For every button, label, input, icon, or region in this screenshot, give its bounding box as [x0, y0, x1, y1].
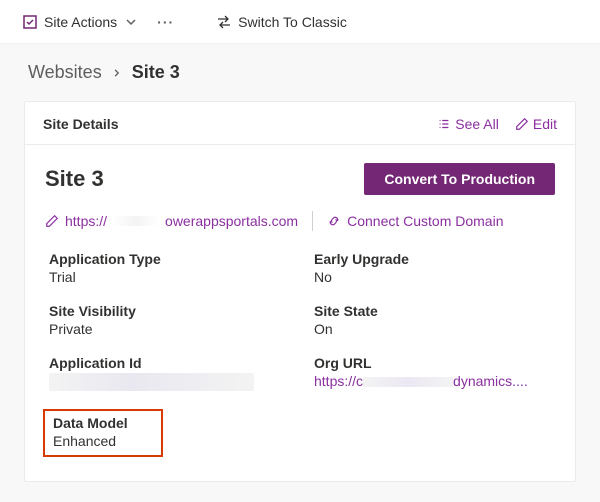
swap-icon: [216, 14, 232, 30]
field-label: Application Id: [49, 355, 290, 371]
connect-custom-domain-button[interactable]: Connect Custom Domain: [327, 213, 503, 229]
url-row: https:// owerappsportals.com Connect Cust…: [45, 211, 555, 231]
title-row: Site 3 Convert To Production: [45, 163, 555, 195]
breadcrumb-current: Site 3: [132, 62, 180, 83]
fields-grid: Application Type Trial Early Upgrade No …: [45, 251, 555, 457]
redacted-text: [113, 216, 159, 226]
see-all-button[interactable]: See All: [437, 116, 499, 132]
field-data-model: Data Model Enhanced: [43, 409, 163, 457]
field-site-state: Site State On: [314, 303, 555, 337]
field-early-upgrade: Early Upgrade No: [314, 251, 555, 285]
chevron-right-icon: [112, 62, 122, 83]
field-application-id: Application Id: [49, 355, 290, 391]
site-url-link[interactable]: https:// owerappsportals.com: [45, 213, 298, 229]
breadcrumb-parent[interactable]: Websites: [28, 62, 102, 83]
field-label: Application Type: [49, 251, 290, 267]
card-header: Site Details See All Edit: [25, 102, 575, 145]
switch-label: Switch To Classic: [238, 14, 347, 30]
field-label: Site Visibility: [49, 303, 290, 319]
site-details-card: Site Details See All Edit Site 3 Convert…: [24, 101, 576, 482]
card-title: Site Details: [43, 116, 118, 132]
pencil-icon: [45, 214, 59, 228]
more-button[interactable]: ···: [153, 10, 178, 34]
checkbox-icon: [22, 14, 38, 30]
edit-button[interactable]: Edit: [515, 116, 557, 132]
redacted-text: [363, 377, 453, 387]
pencil-icon: [515, 117, 529, 131]
url-prefix: https://: [65, 213, 107, 229]
list-icon: [437, 117, 451, 131]
divider: [312, 211, 313, 231]
field-value: Enhanced: [53, 433, 153, 449]
site-name: Site 3: [45, 166, 104, 192]
field-org-url: Org URL https://cdynamics....: [314, 355, 555, 391]
field-label: Site State: [314, 303, 555, 319]
field-application-type: Application Type Trial: [49, 251, 290, 285]
breadcrumb: Websites Site 3: [0, 44, 600, 93]
edit-label: Edit: [533, 116, 557, 132]
field-value: Private: [49, 321, 290, 337]
more-label: ···: [157, 14, 174, 30]
field-value: No: [314, 269, 555, 285]
card-actions: See All Edit: [437, 116, 557, 132]
field-label: Org URL: [314, 355, 555, 371]
site-actions-label: Site Actions: [44, 14, 117, 30]
card-body: Site 3 Convert To Production https:// owe…: [25, 145, 575, 481]
see-all-label: See All: [455, 116, 499, 132]
field-label: Early Upgrade: [314, 251, 555, 267]
org-url-link[interactable]: https://cdynamics....: [314, 373, 528, 389]
field-site-visibility: Site Visibility Private: [49, 303, 290, 337]
site-actions-dropdown[interactable]: Site Actions: [18, 10, 143, 34]
field-value: Trial: [49, 269, 290, 285]
switch-to-classic-button[interactable]: Switch To Classic: [212, 10, 351, 34]
link-icon: [327, 214, 341, 228]
field-value: https://cdynamics....: [314, 373, 555, 389]
field-value: On: [314, 321, 555, 337]
connect-domain-label: Connect Custom Domain: [347, 213, 503, 229]
field-label: Data Model: [53, 415, 153, 431]
url-suffix: owerappsportals.com: [165, 213, 298, 229]
topbar: Site Actions ··· Switch To Classic: [0, 0, 600, 44]
field-value-redacted: [49, 373, 254, 391]
convert-to-production-button[interactable]: Convert To Production: [364, 163, 555, 195]
chevron-down-icon: [123, 14, 139, 30]
